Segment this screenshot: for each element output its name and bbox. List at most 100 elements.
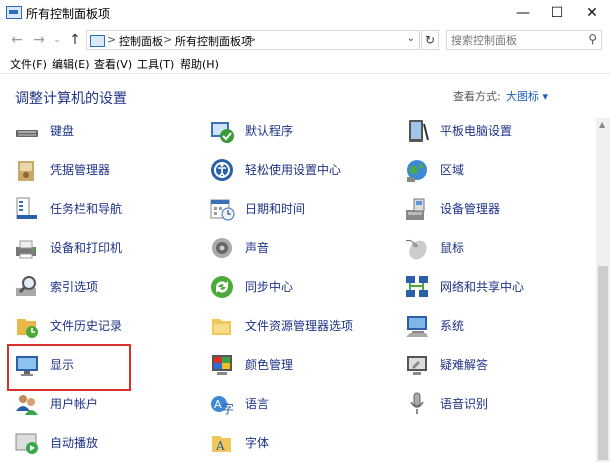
menu-view[interactable]: 查看(V) [94, 56, 132, 72]
item-autoplay[interactable]: 自动播放 [14, 428, 194, 458]
maximize-button[interactable]: ☐ [540, 0, 574, 26]
search-box[interactable]: ⚲ [446, 30, 602, 50]
item-label: 自动播放 [50, 436, 99, 450]
item-sync-center[interactable]: 同步中心 [209, 272, 389, 302]
minimize-button[interactable]: — [506, 0, 540, 26]
language-icon: A字 [211, 396, 234, 416]
address-toolbar: ← → ⌄ ↑ > 控制面板 > 所有控制面板项 > ⌄ ↻ ⚲ [0, 27, 610, 53]
troubleshooting-icon [407, 356, 427, 375]
item-label: 颜色管理 [245, 358, 294, 372]
search-icon[interactable]: ⚲ [588, 32, 597, 46]
recent-locations-chevron-icon[interactable]: ⌄ [48, 31, 66, 49]
sync-center-icon [211, 276, 233, 298]
taskbar-icon [16, 197, 37, 219]
item-language[interactable]: A字 语言 [209, 389, 389, 419]
breadcrumb-control-panel[interactable]: 控制面板 [119, 33, 163, 49]
svg-text:A: A [215, 439, 225, 453]
item-speech-recognition[interactable]: 语音识别 [404, 389, 584, 419]
item-file-explorer-options[interactable]: 文件资源管理器选项 [209, 311, 389, 341]
vertical-scrollbar[interactable]: ▲ [596, 118, 610, 462]
item-label: 声音 [245, 241, 270, 255]
keyboard-icon [16, 130, 38, 137]
item-mouse[interactable]: 鼠标 [404, 233, 584, 263]
svg-text:字: 字 [222, 401, 234, 416]
item-label: 疑难解答 [440, 358, 489, 372]
item-file-history[interactable]: 文件历史记录 [14, 311, 194, 341]
address-bar[interactable]: > 控制面板 > 所有控制面板项 > ⌄ [86, 30, 420, 50]
up-arrow-icon[interactable]: ↑ [66, 31, 84, 49]
default-programs-icon [211, 122, 234, 143]
breadcrumb-all-items[interactable]: 所有控制面板项 [175, 33, 252, 49]
item-label: 设备管理器 [440, 202, 501, 216]
menu-edit[interactable]: 编辑(E) [52, 56, 90, 72]
tablet-pc-settings-icon [409, 120, 429, 142]
speech-recognition-icon [410, 392, 424, 414]
sound-icon [212, 238, 232, 258]
item-device-manager[interactable]: 设备管理器 [404, 194, 584, 224]
item-taskbar-navigation[interactable]: 任务栏和导航 [14, 194, 194, 224]
scrollbar-thumb[interactable] [598, 266, 608, 460]
color-management-icon [212, 355, 232, 375]
item-keyboard[interactable]: 键盘 [14, 116, 194, 146]
item-label: 语言 [245, 397, 270, 411]
title-bar: 所有控制面板项 — ☐ ✕ [0, 0, 610, 26]
user-accounts-icon [16, 395, 38, 415]
item-credential-manager[interactable]: 凭据管理器 [14, 155, 194, 185]
devices-printers-icon [16, 240, 36, 259]
item-label: 文件历史记录 [50, 319, 123, 333]
search-input[interactable] [451, 32, 581, 48]
credential-manager-icon [18, 161, 34, 181]
item-label: 轻松使用设置中心 [245, 163, 342, 177]
menu-file[interactable]: 文件(F) [10, 56, 47, 72]
item-label: 文件资源管理器选项 [245, 319, 354, 333]
item-label: 同步中心 [245, 280, 294, 294]
item-network-sharing[interactable]: 网络和共享中心 [404, 272, 584, 302]
item-label: 鼠标 [440, 241, 465, 255]
back-arrow-icon[interactable]: ← [8, 31, 26, 49]
breadcrumb-separator[interactable]: > [247, 33, 256, 46]
menu-help[interactable]: 帮助(H) [180, 56, 219, 72]
item-tablet-pc-settings[interactable]: 平板电脑设置 [404, 116, 584, 146]
item-ease-of-access[interactable]: 轻松使用设置中心 [209, 155, 389, 185]
item-color-management[interactable]: 颜色管理 [209, 350, 389, 380]
highlight-box [7, 344, 131, 391]
item-region[interactable]: 区域 [404, 155, 584, 185]
item-label: 任务栏和导航 [50, 202, 123, 216]
item-indexing-options[interactable]: 索引选项 [14, 272, 194, 302]
item-sound[interactable]: 声音 [209, 233, 389, 263]
item-fonts[interactable]: A 字体 [209, 428, 389, 458]
item-label: 默认程序 [245, 124, 294, 138]
item-label: 键盘 [50, 124, 75, 138]
autoplay-icon [15, 433, 38, 454]
item-user-accounts[interactable]: 用户帐户 [14, 389, 194, 419]
address-dropdown-icon[interactable]: ⌄ [407, 33, 415, 44]
device-manager-icon [406, 198, 425, 220]
item-system[interactable]: 系统 [404, 311, 584, 341]
forward-arrow-icon[interactable]: → [30, 31, 48, 49]
item-label: 区域 [440, 163, 465, 177]
item-troubleshooting[interactable]: 疑难解答 [404, 350, 584, 380]
item-label: 字体 [245, 436, 270, 450]
item-date-time[interactable]: 日期和时间 [209, 194, 389, 224]
mouse-icon [405, 239, 427, 260]
item-label: 用户帐户 [50, 397, 99, 411]
scroll-up-icon[interactable]: ▲ [599, 120, 605, 129]
refresh-icon[interactable]: ↻ [421, 30, 439, 50]
fonts-icon: A [212, 436, 231, 453]
control-panel-icon [6, 6, 22, 19]
page-title: 调整计算机的设置 [15, 91, 127, 107]
breadcrumb-separator[interactable]: > [107, 33, 116, 46]
item-label: 系统 [440, 319, 465, 333]
item-devices-printers[interactable]: 设备和打印机 [14, 233, 194, 263]
item-default-programs[interactable]: 默认程序 [209, 116, 389, 146]
file-explorer-options-icon [212, 319, 231, 335]
view-by-dropdown[interactable]: 大图标 ▾ [506, 88, 548, 104]
indexing-options-icon [16, 276, 36, 296]
breadcrumb-separator[interactable]: > [163, 33, 172, 46]
date-time-icon [210, 199, 235, 221]
region-icon [407, 160, 427, 182]
close-button[interactable]: ✕ [575, 0, 609, 26]
network-sharing-icon [406, 276, 428, 297]
view-by-label: 查看方式: [453, 90, 501, 103]
menu-tools[interactable]: 工具(T) [137, 56, 174, 72]
